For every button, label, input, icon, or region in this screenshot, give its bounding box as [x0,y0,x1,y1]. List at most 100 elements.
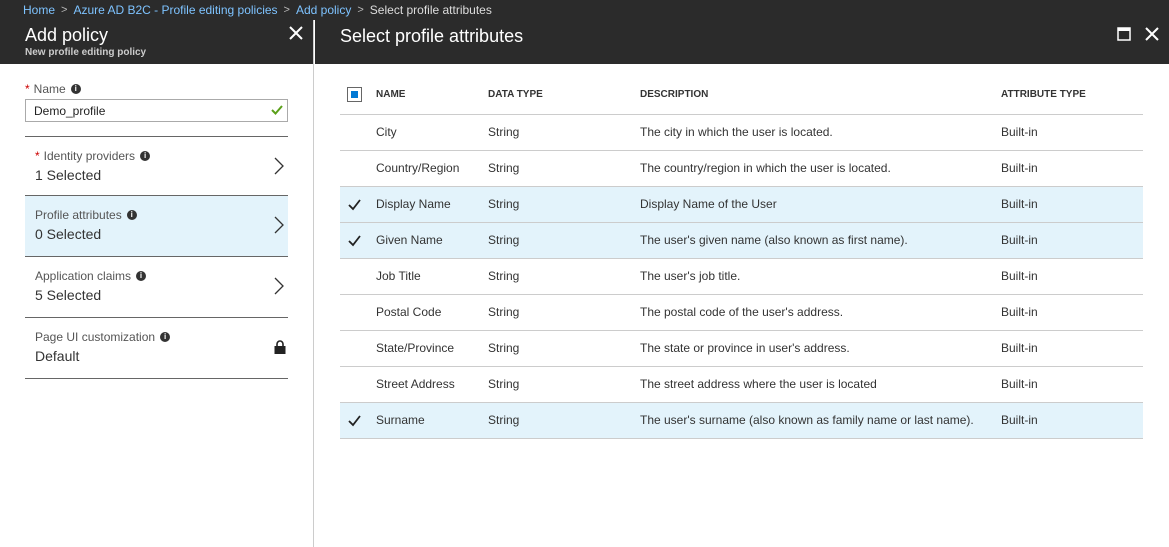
cell-data-type: String [488,294,640,331]
row-checkbox-cell [340,222,376,259]
cell-name: Postal Code [376,294,488,331]
row-checkbox[interactable] [347,197,362,212]
nav-profile-attributes[interactable]: Profile attributes i 0 Selected [25,196,288,257]
profile-attributes-label-row: Profile attributes i [35,208,288,222]
blade-subtitle: New profile editing policy [25,47,147,58]
chevron-right-icon [274,157,284,175]
table-row[interactable]: Postal Code String The postal code of the … [340,294,1143,331]
row-checkbox[interactable] [347,233,362,248]
column-header-data-type[interactable]: DATA TYPE [488,76,640,115]
cell-description: The user's job title. [640,258,1001,295]
column-header-name[interactable]: NAME [376,76,488,115]
column-header-description[interactable]: DESCRIPTION [640,76,1001,115]
name-input[interactable] [25,99,288,122]
breadcrumb-separator: > [61,4,68,16]
cell-data-type: String [488,366,640,403]
table-row[interactable]: Street Address String The street address w… [340,366,1143,403]
add-policy-header: Add policy New profile editing policy [0,20,313,64]
page-ui-customization-label: Page UI customization [35,330,156,344]
row-checkbox[interactable] [347,305,362,320]
column-header-attribute-type[interactable]: ATTRIBUTE TYPE [1001,76,1143,115]
info-icon[interactable]: i [126,210,137,220]
nav-application-claims[interactable]: Application claims i 5 Selected [25,257,288,318]
row-checkbox[interactable] [347,269,362,284]
cell-description: The postal code of the user's address. [640,294,1001,331]
table-row[interactable]: Country/Region String The country/region i… [340,150,1143,187]
chevron-right-icon [274,216,284,234]
checkmark-icon [348,198,361,210]
cell-name: Street Address [376,366,488,403]
attributes-table: NAME DATA TYPE DESCRIPTION ATTRIBUTE TYP… [340,76,1143,439]
select-all-checkbox[interactable] [347,87,362,103]
page-ui-customization-value: Default [35,348,80,364]
row-checkbox[interactable] [347,377,362,392]
name-label-row: * Name i [25,82,287,96]
info-icon[interactable]: i [140,151,151,161]
cell-description: The country/region in which the user is … [640,150,1001,187]
cell-data-type: String [488,114,640,151]
lock-icon [274,340,286,354]
row-checkbox-cell [340,366,376,403]
table-row[interactable]: Surname String The user's surname (also kn… [340,402,1143,439]
table-row[interactable]: Display Name String Display Name of the Us… [340,186,1143,223]
close-icon[interactable] [1145,27,1159,41]
cell-description: The state or province in user's address. [640,330,1001,367]
cell-data-type: String [488,258,640,295]
close-icon[interactable] [289,26,303,40]
breadcrumb-profile-editing-policies[interactable]: Azure AD B2C - Profile editing policies [73,3,277,17]
table-header-row: NAME DATA TYPE DESCRIPTION ATTRIBUTE TYP… [340,76,1143,115]
row-checkbox-cell [340,294,376,331]
nav-page-ui-customization[interactable]: Page UI customization i Default [25,318,288,379]
row-checkbox-cell [340,258,376,295]
table-row[interactable]: Job Title String The user's job title. Buil… [340,258,1143,295]
table-row[interactable]: State/Province String The state or provinc… [340,330,1143,367]
cell-attribute-type: Built-in [1001,294,1143,331]
row-checkbox[interactable] [347,341,362,356]
cell-name: City [376,114,488,151]
page-ui-customization-label-row: Page UI customization i [35,330,288,344]
add-policy-blade: Add policy New profile editing policy * … [0,20,314,547]
cell-attribute-type: Built-in [1001,258,1143,295]
row-checkbox[interactable] [347,161,362,176]
nav-identity-providers[interactable]: * Identity providers i 1 Selected [25,136,288,196]
row-checkbox-cell [340,114,376,151]
cell-name: Country/Region [376,150,488,187]
breadcrumb-home[interactable]: Home [23,3,55,17]
info-icon[interactable]: i [136,271,147,281]
name-field-section: * Name i [0,64,313,122]
info-icon[interactable]: i [70,84,81,94]
application-claims-label: Application claims [35,269,132,283]
table-row[interactable]: Given Name String The user's given name (a… [340,222,1143,259]
row-checkbox-cell [340,150,376,187]
cell-attribute-type: Built-in [1001,222,1143,259]
select-all-cell [340,76,376,115]
cell-data-type: String [488,402,640,439]
cell-attribute-type: Built-in [1001,366,1143,403]
required-asterisk: * [25,82,30,96]
required-asterisk: * [35,149,40,163]
cell-name: State/Province [376,330,488,367]
cell-description: The user's surname (also known as family… [640,402,1001,439]
identity-providers-value: 1 Selected [35,167,102,183]
checkmark-icon [348,414,361,426]
valid-check-icon [271,105,283,115]
row-checkbox[interactable] [347,413,362,428]
table-row[interactable]: City String The city in which the user is … [340,114,1143,151]
cell-data-type: String [488,186,640,223]
breadcrumb-add-policy[interactable]: Add policy [296,3,351,17]
info-icon[interactable]: i [160,332,171,342]
profile-attributes-label: Profile attributes [35,208,122,222]
row-checkbox-cell [340,186,376,223]
cell-description: Display Name of the User [640,186,1001,223]
cell-data-type: String [488,222,640,259]
cell-name: Given Name [376,222,488,259]
maximize-icon[interactable] [1117,27,1131,41]
cell-description: The city in which the user is located. [640,114,1001,151]
row-checkbox[interactable] [347,125,362,140]
profile-attributes-value: 0 Selected [35,226,102,242]
breadcrumb-separator: > [283,4,290,16]
select-profile-attributes-blade: Select profile attributes NAME DATA TYPE… [315,20,1169,547]
identity-providers-label-row: * Identity providers i [35,149,288,163]
application-claims-value: 5 Selected [35,287,102,303]
cell-data-type: String [488,330,640,367]
